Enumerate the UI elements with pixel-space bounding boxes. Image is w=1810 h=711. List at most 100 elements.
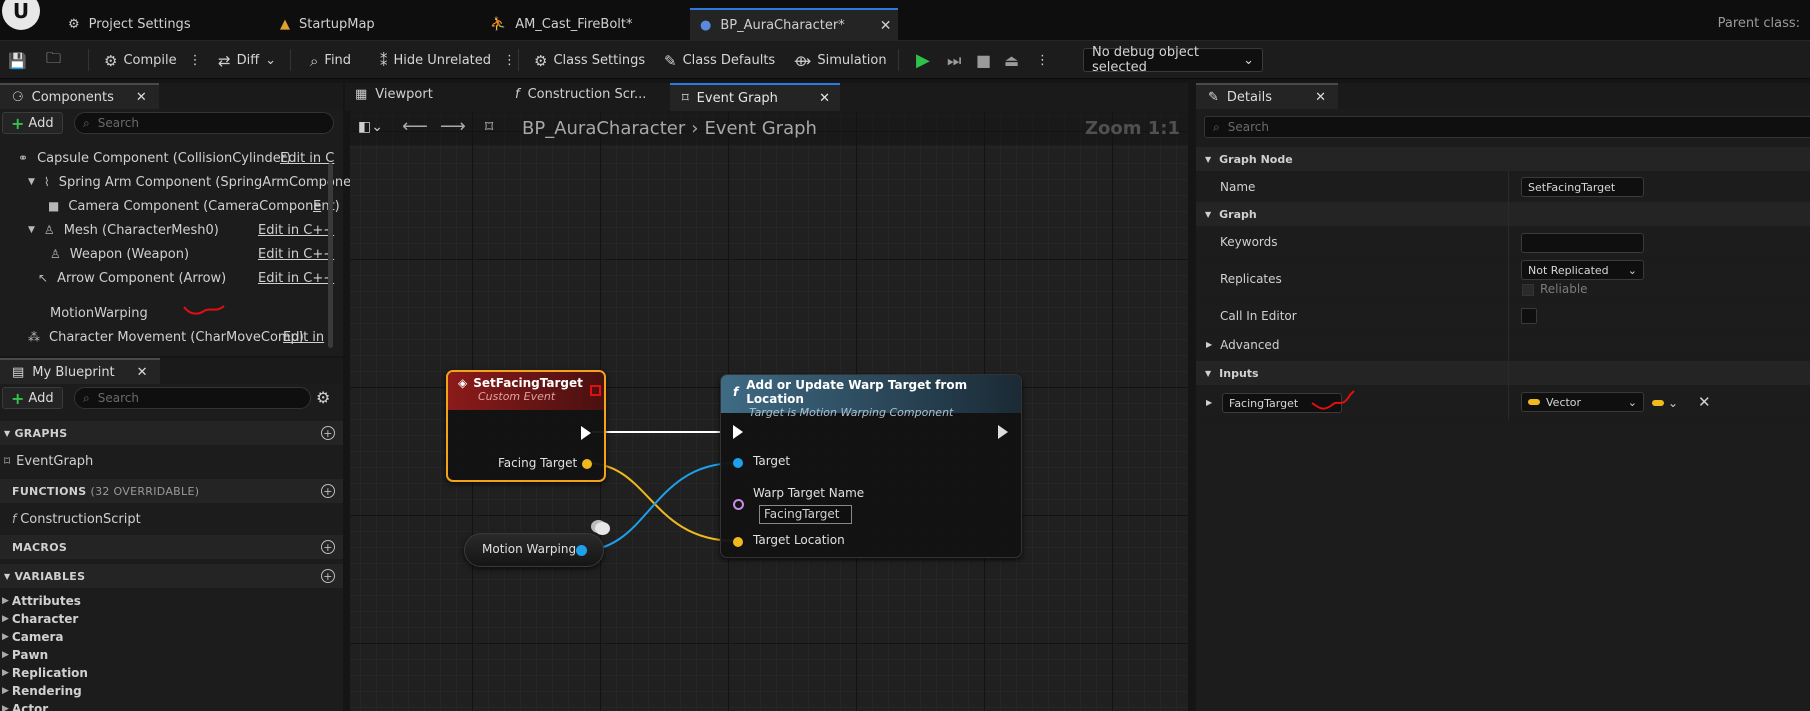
keywords-input[interactable] bbox=[1521, 233, 1644, 253]
container-type-dropdown[interactable]: ⌄ bbox=[1652, 396, 1678, 410]
tab-my-blueprint[interactable]: ▤ My Blueprint ✕ bbox=[0, 358, 160, 384]
tree-item-weapon[interactable]: ♙ Weapon (Weapon) Edit in C++ bbox=[0, 242, 334, 266]
replicates-dropdown[interactable]: Not Replicated ⌄ bbox=[1521, 260, 1644, 280]
edit-in-cpp-link[interactable]: Edit in C++ bbox=[258, 271, 334, 286]
more-options-icon[interactable]: ⋮ bbox=[189, 53, 202, 68]
exec-out-pin[interactable] bbox=[581, 426, 591, 440]
tab-bp-aura-character[interactable]: ● BP_AuraCharacter* ✕ bbox=[690, 8, 898, 41]
tab-project-settings[interactable]: ⚙ Project Settings bbox=[58, 8, 201, 41]
graph-node-section[interactable]: ▼ Graph Node bbox=[1196, 147, 1810, 171]
tab-components[interactable]: ⚆ Components ✕ bbox=[0, 83, 159, 109]
target-in-pin[interactable] bbox=[733, 458, 743, 468]
variables-section[interactable]: ▼ VARIABLES + bbox=[0, 564, 343, 588]
reliable-checkbox[interactable] bbox=[1522, 284, 1534, 296]
close-icon[interactable]: ✕ bbox=[880, 18, 892, 34]
tab-details[interactable]: ✎ Details ✕ bbox=[1196, 83, 1338, 109]
variable-category[interactable]: ▶ Pawn bbox=[0, 646, 343, 664]
add-update-warp-target-node[interactable]: f Add or Update Warp Target from Locatio… bbox=[720, 374, 1022, 558]
expand-arrow-icon: ▶ bbox=[1206, 340, 1213, 349]
debug-object-dropdown[interactable]: No debug object selected ⌄ bbox=[1083, 45, 1263, 75]
exec-out-pin[interactable] bbox=[998, 425, 1008, 439]
name-input[interactable]: SetFacingTarget bbox=[1521, 177, 1644, 197]
edit-in-cpp-link[interactable]: E bbox=[313, 199, 321, 214]
simulation-button[interactable]: ⟴ Simulation bbox=[794, 48, 887, 73]
tab-event-graph[interactable]: ⌑ Event Graph ✕ bbox=[670, 83, 840, 111]
tab-am-cast-firebolt[interactable]: ⛹ AM_Cast_FireBolt* bbox=[480, 8, 643, 41]
tab-construction-script[interactable]: f Construction Scr... bbox=[515, 87, 646, 102]
settings-gear-icon[interactable]: ⚙ bbox=[316, 388, 330, 407]
functions-section[interactable]: FUNCTIONS (32 OVERRIDABLE) + bbox=[0, 479, 343, 503]
unreal-logo-icon[interactable]: U bbox=[2, 0, 40, 30]
warp-name-in-pin[interactable] bbox=[733, 499, 744, 510]
variable-category[interactable]: ▶ Actor bbox=[0, 700, 343, 711]
components-search-input[interactable]: ⌕ Search bbox=[74, 112, 334, 134]
advanced-row[interactable]: ▶ Advanced bbox=[1196, 332, 1810, 358]
expand-arrow-icon[interactable]: ▼ bbox=[28, 225, 35, 235]
call-in-editor-checkbox[interactable] bbox=[1521, 308, 1537, 324]
play-button[interactable]: ▶ bbox=[916, 48, 930, 73]
close-icon[interactable]: ✕ bbox=[1315, 90, 1326, 105]
tab-startup-map[interactable]: ▲ StartupMap bbox=[270, 8, 385, 41]
browse-button[interactable]: 🗀 bbox=[46, 48, 61, 73]
exec-in-pin[interactable] bbox=[733, 425, 743, 439]
components-scrollbar[interactable] bbox=[328, 163, 333, 348]
compile-button[interactable]: ⚙ Compile ⋮ bbox=[104, 48, 202, 73]
tree-item-mesh[interactable]: ▼ ♙ Mesh (CharacterMesh0) Edit in C++ bbox=[0, 218, 334, 242]
eject-button[interactable]: ⏏ bbox=[1004, 48, 1019, 73]
hide-unrelated-button[interactable]: ⁑ Hide Unrelated ⋮ bbox=[380, 48, 516, 73]
list-item-event-graph[interactable]: ⌑ EventGraph bbox=[4, 449, 93, 473]
target-location-in-pin[interactable] bbox=[733, 537, 743, 547]
inputs-section[interactable]: ▼ Inputs bbox=[1196, 361, 1810, 385]
macros-section[interactable]: MACROS + bbox=[0, 535, 343, 559]
add-macro-icon[interactable]: + bbox=[321, 540, 335, 554]
edit-in-cpp-link[interactable]: Edit in C bbox=[280, 151, 334, 166]
vector-out-pin[interactable] bbox=[582, 459, 592, 469]
add-graph-icon[interactable]: + bbox=[321, 426, 335, 440]
step-button[interactable]: ⏭ bbox=[947, 48, 961, 73]
delegate-pin-icon[interactable] bbox=[590, 385, 601, 396]
graphs-section[interactable]: ▼ GRAPHS + bbox=[0, 421, 343, 445]
save-button[interactable]: 💾 bbox=[8, 48, 27, 73]
my-blueprint-search-input[interactable]: ⌕ Search bbox=[74, 387, 311, 409]
variable-category[interactable]: ▶ Camera bbox=[0, 628, 343, 646]
object-out-pin[interactable] bbox=[576, 545, 587, 556]
warp-target-name-input[interactable]: FacingTarget bbox=[759, 505, 852, 524]
add-member-button[interactable]: + Add bbox=[2, 387, 63, 409]
graph-section[interactable]: ▼ Graph bbox=[1196, 202, 1810, 226]
tree-item-motion-warping[interactable]: MotionWarping bbox=[0, 301, 330, 325]
variable-category[interactable]: ▶ Attributes bbox=[0, 592, 343, 610]
tab-viewport[interactable]: ▦ Viewport bbox=[355, 87, 433, 102]
more-options-icon[interactable]: ⋮ bbox=[503, 53, 516, 68]
details-search-input[interactable]: ⌕ Search bbox=[1204, 116, 1810, 138]
close-icon[interactable]: ✕ bbox=[137, 365, 148, 380]
motion-warping-getter-node[interactable]: Motion Warping bbox=[464, 522, 610, 567]
find-button[interactable]: ⌕ Find bbox=[310, 48, 351, 73]
tree-item-character-movement[interactable]: ⁂ Character Movement (CharMoveComp) Edit … bbox=[0, 325, 330, 349]
custom-event-node[interactable]: ◈ SetFacingTarget Custom Event Facing Ta… bbox=[446, 370, 606, 482]
list-item-construction-script[interactable]: f ConstructionScript bbox=[12, 507, 141, 531]
tree-item-capsule[interactable]: ⚭ Capsule Component (CollisionCylinder) E… bbox=[0, 146, 334, 170]
stop-button[interactable]: ■ bbox=[976, 48, 991, 73]
tree-item-camera[interactable]: ■ Camera Component (CameraComponent) E bbox=[0, 194, 340, 218]
variable-category[interactable]: ▶ Rendering bbox=[0, 682, 343, 700]
expand-arrow-icon[interactable]: ▼ bbox=[28, 177, 35, 187]
variable-category[interactable]: ▶ Replication bbox=[0, 664, 343, 682]
close-icon[interactable]: ✕ bbox=[136, 90, 147, 105]
tree-item-arrow[interactable]: ↖ Arrow Component (Arrow) Edit in C++ bbox=[0, 266, 334, 290]
edit-in-cpp-link[interactable]: Edit in C++ bbox=[258, 223, 334, 238]
tree-item-spring-arm[interactable]: ▼ ⌇ Spring Arm Component (SpringArmCompon… bbox=[0, 170, 359, 194]
class-settings-button[interactable]: ⚙ Class Settings bbox=[534, 48, 645, 73]
variable-category[interactable]: ▶ Character bbox=[0, 610, 343, 628]
diff-button[interactable]: ⇄ Diff ⌄ bbox=[218, 48, 276, 73]
add-component-button[interactable]: + Add bbox=[2, 112, 63, 134]
close-icon[interactable]: ✕ bbox=[819, 91, 830, 106]
play-options-button[interactable]: ⋮ bbox=[1036, 48, 1049, 73]
class-defaults-button[interactable]: ✎ Class Defaults bbox=[664, 48, 775, 73]
add-variable-icon[interactable]: + bbox=[321, 569, 335, 583]
add-function-icon[interactable]: + bbox=[321, 484, 335, 498]
remove-input-icon[interactable]: ✕ bbox=[1698, 393, 1711, 411]
edit-in-cpp-link[interactable]: Edit in bbox=[283, 330, 324, 345]
input-type-dropdown[interactable]: Vector ⌄ bbox=[1521, 392, 1644, 412]
event-graph-canvas[interactable]: ◧⌄ ⟵ ⟶ ⌑ BP_AuraCharacter › Event Graph … bbox=[350, 111, 1188, 711]
edit-in-cpp-link[interactable]: Edit in C++ bbox=[258, 247, 334, 262]
